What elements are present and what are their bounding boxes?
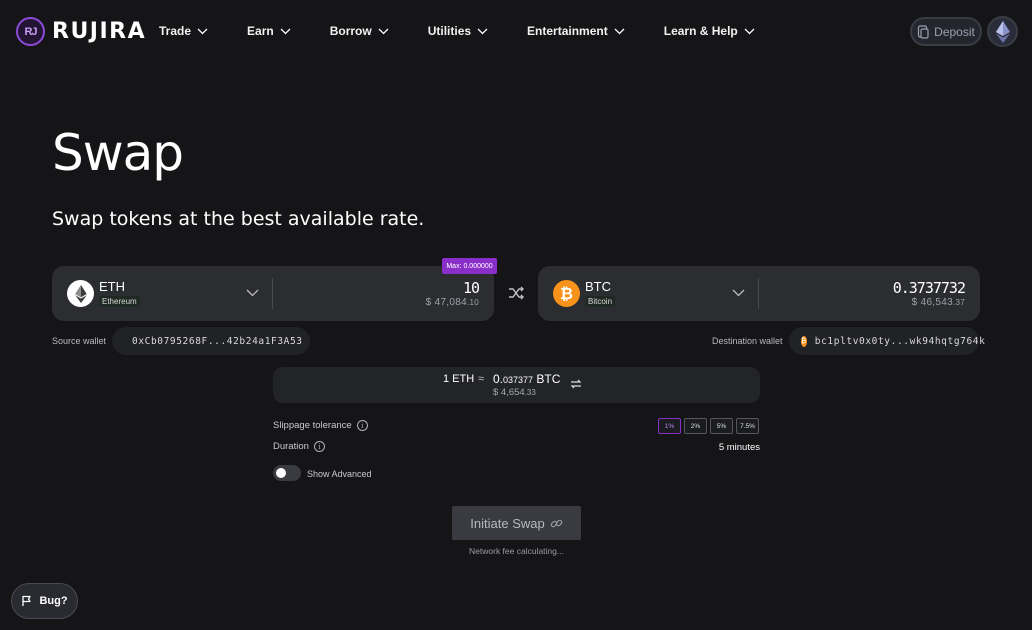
rate-usd-decimals: .33 (524, 388, 536, 397)
logo-mark-text: RJ (24, 25, 37, 38)
source-token-panel: ETH Ethereum 10 $ 47,084.10 (52, 266, 494, 321)
duration-label: Duration i (273, 441, 325, 452)
slippage-options: 1% 2% 5% 7.5% (658, 418, 759, 434)
wallet-icon (918, 24, 929, 39)
source-wallet-selector[interactable]: 0xCb0795268F...42b24a1F3A53 (112, 327, 310, 355)
source-amount-usd: $ 47,084.10 (426, 297, 479, 308)
nav-entertainment[interactable]: Entertainment (527, 24, 625, 38)
main-nav: Trade Earn Borrow Utilities Entertainmen… (159, 24, 794, 38)
nav-utilities[interactable]: Utilities (428, 24, 488, 38)
chevron-down-icon (280, 28, 291, 34)
bitcoin-icon: ₿ (801, 335, 807, 347)
bug-report-button[interactable]: Bug? (11, 583, 78, 619)
rate-quote-main: 0. (493, 372, 504, 386)
initiate-swap-label: Initiate Swap (470, 515, 545, 531)
initiate-swap-button[interactable]: Initiate Swap (452, 506, 581, 540)
bitcoin-icon: ₿ (553, 280, 580, 307)
chevron-down-icon (744, 28, 755, 34)
network-fee-text: Network fee calculating... (469, 546, 564, 556)
deposit-label: Deposit (934, 24, 975, 39)
destination-token-symbol: BTC (585, 279, 611, 294)
nav-borrow-label: Borrow (329, 24, 372, 38)
slippage-tolerance-label: Slippage tolerance i (273, 420, 368, 431)
bug-label: Bug? (39, 595, 68, 607)
nav-trade[interactable]: Trade (159, 24, 208, 38)
account-avatar[interactable] (987, 16, 1018, 47)
slippage-option-7-5[interactable]: 7.5% (736, 418, 759, 434)
chevron-down-icon (477, 28, 488, 34)
rate-quote-decimals: 037377 (503, 375, 534, 385)
logo-text: RUJIRA (52, 19, 147, 44)
source-usd-decimals: .10 (466, 298, 479, 307)
chevron-down-icon (732, 289, 745, 297)
chevron-down-icon (614, 28, 625, 34)
nav-trade-label: Trade (159, 24, 192, 38)
nav-entertainment-label: Entertainment (527, 24, 608, 38)
destination-wallet-address: bc1pltv0x0ty...wk94hqtg764k (814, 335, 986, 347)
shuffle-icon[interactable] (507, 284, 525, 302)
source-chain-badge: Ethereum (99, 296, 140, 307)
destination-amount-value: 0.3737732 (892, 279, 966, 297)
show-advanced-toggle[interactable] (273, 465, 301, 481)
chevron-down-icon (197, 28, 208, 34)
flag-icon (22, 595, 32, 606)
slippage-option-2[interactable]: 2% (684, 418, 707, 434)
destination-chain-badge: Bitcoin (585, 296, 616, 307)
nav-learn-help-label: Learn & Help (663, 24, 738, 38)
source-wallet-label: Source wallet (52, 336, 107, 346)
source-usd-main: $ 47,084 (425, 297, 467, 308)
ethereum-icon (67, 280, 94, 307)
duration-label-text: Duration (273, 441, 309, 452)
rate-usd: $ 4,654.33 (493, 387, 536, 398)
destination-usd-decimals: .37 (952, 298, 965, 307)
nav-borrow[interactable]: Borrow (330, 24, 389, 38)
slippage-option-1[interactable]: 1% (658, 418, 681, 434)
swap-arrows-icon[interactable] (570, 378, 582, 390)
chevron-down-icon (378, 28, 389, 34)
destination-wallet-selector[interactable]: ₿ bc1pltv0x0ty...wk94hqtg764k (789, 327, 985, 355)
rujira-logo[interactable]: RJ RUJIRA (16, 17, 146, 46)
nav-earn[interactable]: Earn (247, 24, 291, 38)
source-wallet-address: 0xCb0795268F...42b24a1F3A53 (132, 335, 303, 347)
show-advanced-label: Show Advanced (307, 469, 372, 479)
toggle-knob (276, 468, 286, 478)
top-header: RJ RUJIRA Trade Earn Borrow Utilities En… (0, 0, 1032, 64)
info-icon[interactable]: i (356, 420, 368, 431)
source-token-selector[interactable]: ETH Ethereum (52, 266, 272, 321)
page-title: Swap (52, 124, 184, 182)
nav-learn-help[interactable]: Learn & Help (664, 24, 755, 38)
destination-token-panel: ₿ BTC Bitcoin 0.3737732 $ 46,543.37 (538, 266, 980, 321)
source-token-symbol: ETH (99, 279, 125, 294)
logo-mark-icon: RJ (16, 17, 45, 46)
source-amount-input[interactable]: 10 (463, 279, 480, 297)
destination-amount-usd: $ 46,543.37 (912, 297, 965, 308)
exchange-rate-box: 1 ETH ≈ 0.037377 BTC $ 4,654.33 (273, 367, 760, 403)
destination-wallet-label: Destination wallet (712, 336, 783, 346)
rate-base: 1 ETH (443, 373, 475, 385)
chevron-down-icon (246, 289, 259, 297)
rate-quote-symbol: BTC (533, 372, 561, 386)
nav-utilities-label: Utilities (427, 24, 472, 38)
slippage-option-5[interactable]: 5% (710, 418, 733, 434)
info-icon[interactable]: i (313, 441, 325, 452)
destination-usd-main: $ 46,543 (911, 297, 953, 308)
rate-quote: 0.037377 BTC (493, 372, 560, 386)
chain-link-icon (550, 519, 563, 527)
page-subtitle: Swap tokens at the best available rate. (52, 208, 425, 230)
panel-divider (758, 278, 759, 309)
rate-approx-sign: ≈ (478, 373, 485, 385)
ethereum-icon (995, 20, 1010, 43)
slippage-label-text: Slippage tolerance (273, 420, 352, 431)
duration-value: 5 minutes (718, 442, 760, 453)
rate-usd-main: $ 4,654 (493, 387, 525, 398)
deposit-button[interactable]: Deposit (910, 17, 982, 46)
max-amount-badge[interactable]: Max: 0.000000 (442, 258, 497, 274)
panel-divider (272, 278, 273, 309)
destination-token-selector[interactable]: ₿ BTC Bitcoin (538, 266, 758, 321)
nav-earn-label: Earn (247, 24, 274, 38)
